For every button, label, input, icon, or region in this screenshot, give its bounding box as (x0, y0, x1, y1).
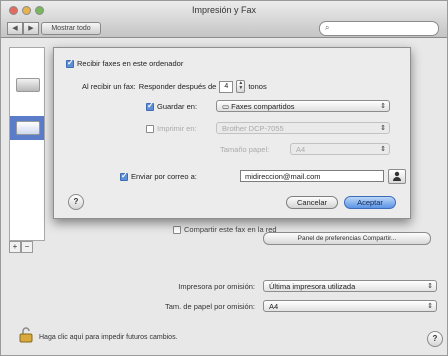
print-on-label: Imprimir en: (157, 124, 197, 133)
forward-button[interactable]: ▶ (23, 22, 39, 35)
back-button[interactable]: ◀ (7, 22, 23, 35)
navigation-buttons: ◀ ▶ (7, 22, 39, 35)
default-paper-label: Tam. de papel por omisión: (164, 302, 255, 311)
default-printer-label: Impresora por omisión: (178, 282, 255, 291)
remove-printer-button[interactable]: − (21, 241, 33, 253)
folder-icon: ▭ (222, 102, 232, 111)
share-fax-label: Compartir este fax en la red (184, 225, 277, 234)
selected-printer-item[interactable] (10, 116, 44, 140)
contacts-button[interactable] (388, 169, 406, 184)
save-in-value: Faxes compartidos (231, 102, 295, 111)
email-row: Enviar por correo a: (120, 171, 197, 181)
paper-size-value: A4 (296, 145, 306, 154)
add-remove-buttons: + − (9, 241, 33, 253)
popup-arrows-icon: ⇕ (427, 303, 433, 310)
save-in-popup[interactable]: ▭ Faxes compartidos ⇕ (216, 100, 390, 112)
print-on-popup[interactable]: Brother DCP-7055 ⇕ (216, 122, 390, 134)
search-field[interactable]: ⌕ (319, 21, 439, 36)
rings-stepper[interactable]: ▲ ▼ (236, 80, 246, 93)
sheet-help-button[interactable]: ? (68, 194, 84, 210)
receive-fax-sheet: Recibir faxes en este ordenador Al recib… (53, 47, 411, 219)
popup-arrows-icon: ⇕ (427, 283, 433, 290)
answer-prefix-label: Al recibir un fax: (82, 82, 136, 91)
help-button[interactable]: ? (427, 331, 443, 347)
receive-faxes-row: Recibir faxes en este ordenador (66, 58, 184, 68)
rings-unit-label: tonos (248, 82, 267, 91)
rings-field[interactable]: 4 (219, 80, 234, 93)
share-fax-checkbox[interactable] (173, 225, 181, 234)
answer-row: Al recibir un fax: Responder después de … (82, 80, 267, 93)
popup-arrows-icon: ⇕ (380, 125, 386, 132)
default-paper-value: A4 (269, 302, 279, 311)
popup-arrows-icon: ⇕ (380, 103, 386, 110)
show-all-button[interactable]: Mostrar todo (41, 22, 101, 35)
printer-list[interactable] (9, 47, 45, 241)
printer-fax-window: Impresión y Fax ◀ ▶ Mostrar todo ⌕ + − C… (0, 0, 448, 356)
save-in-row: Guardar en: (146, 101, 198, 111)
default-printer-popup[interactable]: Última impresora utilizada ⇕ (263, 280, 437, 292)
person-icon (393, 171, 401, 181)
sharing-preferences-button[interactable]: Panel de preferencias Compartir... (263, 232, 431, 245)
receive-faxes-label: Recibir faxes en este ordenador (77, 59, 184, 68)
email-checkbox[interactable] (120, 171, 128, 181)
email-label: Enviar por correo a: (131, 172, 197, 181)
popup-arrows-icon: ⇕ (380, 146, 386, 153)
fax-icon (16, 121, 40, 135)
cancel-button[interactable]: Cancelar (286, 196, 338, 209)
window-title: Impresión y Fax (191, 5, 257, 15)
title-bar: Impresión y Fax ◀ ▶ Mostrar todo ⌕ (1, 1, 447, 38)
save-in-checkbox[interactable] (146, 101, 154, 111)
share-fax-row: Compartir este fax en la red (173, 225, 277, 234)
paper-size-popup[interactable]: A4 ⇕ (290, 143, 390, 155)
save-in-label: Guardar en: (157, 102, 198, 111)
lock-icon[interactable] (19, 327, 33, 343)
lock-message: Haga clic aquí para impedir futuros camb… (39, 334, 178, 341)
paper-size-label: Tamaño papel: (220, 145, 270, 154)
printer-icon (16, 78, 40, 92)
accept-button[interactable]: Aceptar (344, 196, 396, 209)
email-address-field[interactable]: midireccion@mail.com (240, 170, 384, 182)
receive-faxes-checkbox[interactable] (66, 58, 74, 68)
answer-after-label: Responder después de (138, 82, 217, 91)
default-printer-value: Última impresora utilizada (269, 282, 356, 291)
print-on-checkbox[interactable] (146, 124, 154, 133)
default-paper-popup[interactable]: A4 ⇕ (263, 300, 437, 312)
print-on-row: Imprimir en: (146, 124, 197, 133)
add-printer-button[interactable]: + (9, 241, 21, 253)
print-on-value: Brother DCP-7055 (222, 124, 284, 133)
search-icon: ⌕ (325, 23, 330, 32)
